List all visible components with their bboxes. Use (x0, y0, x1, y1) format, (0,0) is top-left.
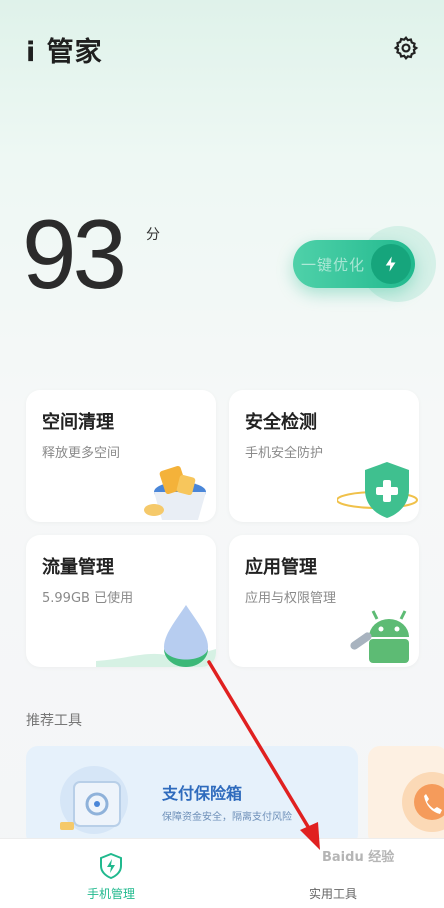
card-app-management[interactable]: 应用管理 应用与权限管理 (229, 535, 419, 667)
section-title-recommended: 推荐工具 (26, 713, 82, 729)
safe-box-icon (60, 766, 128, 834)
nav-label: 手机管理 (86, 887, 135, 901)
gear-icon[interactable] (392, 34, 420, 62)
card-title: 安全检测 (245, 412, 317, 433)
shield-plus-icon (337, 462, 418, 518)
card-data-usage[interactable]: 流量管理 5.99GB 已使用 (26, 535, 216, 667)
app-title: i 管家 (26, 37, 103, 68)
card-subtitle: 手机安全防护 (245, 446, 324, 461)
tool-title: 支付保险箱 (162, 784, 243, 803)
tool-card-phone[interactable] (368, 746, 444, 846)
phone-icon (402, 772, 444, 832)
card-space-clean[interactable]: 空间清理 释放更多空间 (26, 390, 216, 522)
lightning-icon (371, 244, 411, 284)
tool-desc: 保障资金安全，隔离支付风险 (162, 812, 292, 823)
tool-card-payment-safe[interactable]: 支付保险箱 保障资金安全，隔离支付风险 (26, 746, 358, 846)
score-unit: 分 (146, 227, 160, 243)
card-title: 应用管理 (245, 557, 317, 578)
card-title: 空间清理 (42, 412, 114, 433)
water-drop-icon (96, 605, 216, 667)
cleaning-bucket-icon (144, 465, 206, 520)
score-value: 93 (22, 199, 127, 309)
watermark: Baidu 经验 (322, 850, 395, 865)
card-subtitle: 释放更多空间 (42, 446, 121, 461)
nav-label: 实用工具 (308, 887, 357, 901)
card-title: 流量管理 (42, 557, 114, 578)
optimize-button[interactable]: 一键优化 (293, 240, 415, 288)
shield-bolt-icon (100, 853, 122, 879)
optimize-label: 一键优化 (301, 255, 366, 274)
card-security[interactable]: 安全检测 手机安全防护 (229, 390, 419, 522)
card-subtitle: 应用与权限管理 (245, 591, 337, 606)
android-wrench-icon (350, 610, 409, 663)
nav-item-phone-manage[interactable]: 手机管理 (0, 839, 222, 908)
